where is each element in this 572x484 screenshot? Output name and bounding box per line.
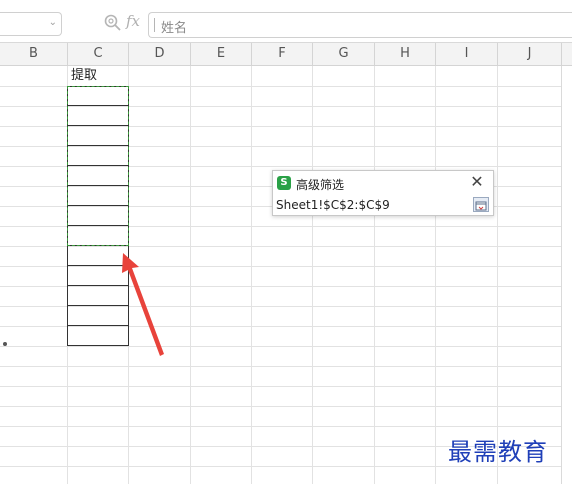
range-collapse-button[interactable] [473, 197, 489, 212]
row-marker [3, 342, 7, 346]
column-header-row: B C D E F G H I J [0, 43, 572, 66]
selection-marquee [67, 86, 129, 246]
formula-text: 姓名 [161, 21, 188, 36]
column-header-j[interactable]: J [498, 43, 562, 65]
column-header-b[interactable]: B [0, 43, 68, 65]
wps-logo-icon: S [277, 176, 291, 190]
zoom-icon[interactable] [103, 13, 123, 33]
dialog-title: 高级筛选 [296, 178, 345, 192]
column-header-i[interactable]: I [436, 43, 498, 65]
cell-c1[interactable]: 提取 [68, 66, 128, 86]
column-header-f[interactable]: F [252, 43, 313, 65]
text-caret [154, 18, 155, 32]
grid-right-edge [561, 66, 562, 484]
fx-icon[interactable]: fx [126, 12, 140, 30]
column-header-c[interactable]: C [68, 43, 129, 65]
column-header-h[interactable]: H [375, 43, 436, 65]
chevron-down-icon[interactable]: ⌄ [49, 17, 57, 28]
formula-input[interactable]: 姓名 [148, 12, 572, 38]
red-arrow-annotation [122, 253, 164, 356]
range-input[interactable]: Sheet1!$C$2:$C$9 [276, 197, 472, 213]
watermark-text: 最需教育 [448, 438, 548, 466]
name-box[interactable]: ⌄ [0, 12, 62, 36]
advanced-filter-dialog: S 高级筛选 ✕ Sheet1!$C$2:$C$9 [272, 170, 494, 216]
collapse-dialog-icon [475, 201, 487, 211]
close-button[interactable]: ✕ [469, 173, 485, 191]
formula-bar: ⌄ fx 姓名 [0, 0, 572, 43]
column-header-e[interactable]: E [191, 43, 252, 65]
column-header-g[interactable]: G [313, 43, 375, 65]
column-header-d[interactable]: D [129, 43, 191, 65]
dialog-title-bar[interactable]: S 高级筛选 ✕ [273, 171, 493, 193]
